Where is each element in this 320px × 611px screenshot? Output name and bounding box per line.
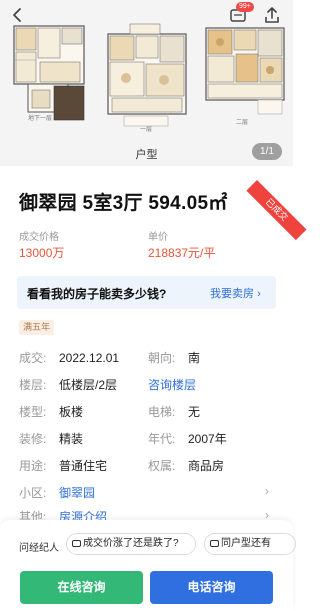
ask-agent-label: 问经纪人 [19,543,59,554]
chevron-right-icon: › [265,484,269,498]
info-key: 年代: [148,432,176,446]
info-building-type: 楼型: 板楼 [19,403,83,420]
info-orientation: 朝向: 南 [148,349,200,366]
sold-status-ribbon: 已成交 [246,180,307,241]
chip-label: 同户型还有 [221,538,271,549]
consult-floor-link[interactable]: 咨询楼层 [148,376,196,393]
info-value: 精装 [59,432,84,446]
info-key: 成交: [19,351,47,365]
gallery-caption: 户型 [135,149,158,161]
community-link[interactable]: 御翠园 [59,486,95,500]
tax-tag: 满五年 [19,320,55,335]
deal-price-value: 13000万 [19,246,65,260]
floorplan-label-first-floor: 一层 [140,127,153,133]
info-key: 朝向: [148,351,176,365]
consult-floor-label: 咨询楼层 [148,378,197,392]
listing-title: 御翠园 5室3厅 594.05㎡ [19,193,228,214]
info-floor: 楼层: 低楼层/2层 [19,376,117,393]
chat-bubble-icon [210,540,219,547]
floorplan-gallery[interactable]: 地下一层 一层 二层 99+ 户型 1/1 [0,0,293,166]
info-value: 低楼层/2层 [59,378,118,392]
info-key: 用途: [19,459,47,473]
info-key: 楼型: [19,405,47,419]
info-value: 2007年 [188,432,227,446]
info-deal-date: 成交: 2022.12.01 [19,349,119,366]
sell-house-link[interactable]: 我要卖房 › [210,285,261,301]
info-value: 南 [188,351,201,365]
floorplan-label-basement: 地下一层 [28,116,53,122]
info-usage: 用途: 普通住宅 [19,457,107,474]
unit-price-value: 218837元/平 [148,246,216,260]
info-year: 年代: 2007年 [148,430,227,447]
sell-valuation-banner[interactable]: 看看我的房子能卖多少钱? 我要卖房 › [17,276,276,309]
chat-bubble-icon [72,540,81,547]
info-value: 无 [188,405,201,419]
info-ownership: 权属: 商品房 [148,457,224,474]
info-community-row[interactable]: 小区: 御翠园 [19,484,95,501]
banner-question: 看看我的房子能卖多少钱? [27,287,167,301]
chevron-right-icon: › [257,288,261,300]
bottom-action-bar: 问经纪人 成交价涨了还是跌了? 同户型还有 在线咨询 电话咨询 [0,520,296,611]
info-value: 板楼 [59,405,84,419]
message-count-badge: 99+ [236,2,254,12]
floorplan-label-second-floor: 二层 [236,120,249,126]
info-key: 电梯: [148,405,176,419]
info-key: 权属: [148,459,176,473]
chip-label: 成交价涨了还是跌了? [83,538,179,549]
info-key: 装修: [19,432,47,446]
info-value: 2022.12.01 [59,351,120,365]
deal-price-label: 成交价格 [19,232,59,243]
gallery-page-counter: 1/1 [252,143,282,160]
info-key: 小区: [19,486,47,500]
sell-house-link-label: 我要卖房 [210,288,254,300]
info-value: 商品房 [188,459,225,473]
phone-consult-button[interactable]: 电话咨询 [150,571,273,604]
info-elevator: 电梯: 无 [148,403,200,420]
floorplan-basement [6,20,90,122]
share-icon[interactable] [263,6,281,24]
info-value: 普通住宅 [59,459,108,473]
info-decoration: 装修: 精装 [19,430,83,447]
floorplan-second-floor [202,20,288,124]
quick-question-chip-price[interactable]: 成交价涨了还是跌了? [66,533,196,555]
back-arrow-icon[interactable] [8,6,26,24]
online-consult-button[interactable]: 在线咨询 [20,571,143,604]
floorplan-first-floor [100,20,194,132]
quick-question-chip-layout[interactable]: 同户型还有 [204,533,296,555]
info-key: 楼层: [19,378,47,392]
unit-price-label: 单价 [148,232,168,243]
